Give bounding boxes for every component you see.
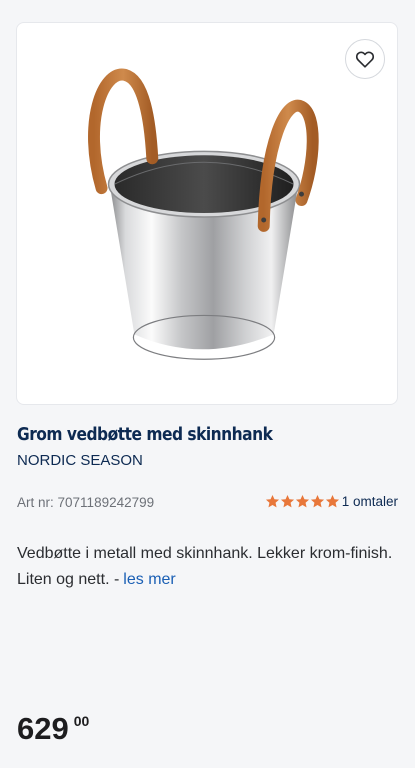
rating-count: 1 omtaler	[341, 494, 398, 509]
favorite-button[interactable]	[345, 39, 385, 79]
read-more-link[interactable]: les mer	[123, 571, 175, 588]
star-icon	[295, 494, 309, 508]
product-description: Vedbøtte i metall med skinnhank. Lekker …	[17, 541, 397, 593]
star-icon	[265, 494, 279, 508]
heart-outline-icon	[355, 51, 375, 68]
rating-stars	[265, 494, 340, 509]
price-main: 629	[17, 711, 69, 746]
star-icon	[280, 494, 294, 508]
article-number-label: Art nr:	[17, 495, 54, 510]
price-cents: 00	[73, 713, 90, 729]
product-brand[interactable]: NORDIC SEASON	[17, 452, 143, 469]
article-number: Art nr: 7071189242799	[17, 495, 154, 510]
product-title: Grom vedbøtte med skinnhank	[17, 424, 273, 445]
product-image-card	[16, 22, 398, 405]
article-number-value: 7071189242799	[57, 495, 155, 510]
description-text: Vedbøtte i metall med skinnhank. Lekker …	[17, 545, 393, 588]
product-rating[interactable]: 1 omtaler	[265, 494, 398, 509]
star-icon	[310, 494, 324, 508]
star-icon	[325, 494, 339, 508]
product-price: 629 00	[17, 712, 89, 746]
product-image	[88, 68, 319, 360]
